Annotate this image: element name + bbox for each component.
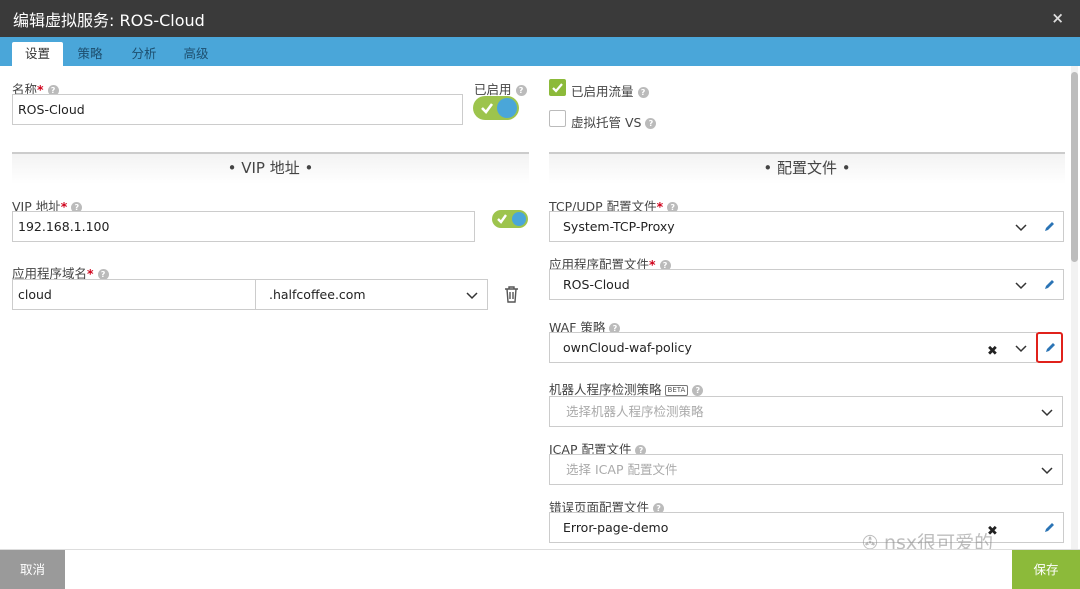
pencil-icon bbox=[1045, 222, 1054, 231]
dialog-title: 编辑虚拟服务: ROS-Cloud bbox=[13, 11, 205, 30]
pencil-icon bbox=[1045, 280, 1054, 289]
domain-input[interactable]: cloud bbox=[12, 279, 256, 310]
chevron-down-icon bbox=[1015, 345, 1027, 353]
help-icon[interactable]: ? bbox=[637, 87, 649, 98]
name-input[interactable]: ROS-Cloud bbox=[12, 94, 463, 125]
traffic-enabled-label: 已启用流量? bbox=[571, 81, 649, 100]
waf-policy-value: ownCloud-waf-policy bbox=[563, 340, 692, 355]
scrollbar[interactable] bbox=[1071, 66, 1078, 549]
clear-icon[interactable]: ✖ bbox=[987, 337, 998, 362]
check-icon bbox=[552, 83, 563, 93]
close-icon[interactable]: × bbox=[1051, 9, 1064, 27]
tcp-profile-select[interactable]: System-TCP-Proxy bbox=[549, 211, 1037, 242]
pencil-icon bbox=[1046, 343, 1055, 352]
save-button[interactable]: 保存 bbox=[1012, 550, 1080, 589]
enabled-toggle[interactable] bbox=[473, 96, 519, 120]
pencil-icon bbox=[1045, 523, 1054, 532]
icap-profile-select[interactable]: 选择 ICAP 配置文件 bbox=[549, 454, 1063, 485]
beta-badge: BETA bbox=[664, 385, 689, 396]
domain-suffix-value: .halfcoffee.com bbox=[269, 287, 366, 302]
vip-section-header: • VIP 地址 • bbox=[12, 152, 529, 184]
check-icon bbox=[497, 214, 507, 224]
vip-input[interactable]: 192.168.1.100 bbox=[12, 211, 475, 242]
chevron-down-icon bbox=[1015, 282, 1027, 290]
icap-profile-placeholder: 选择 ICAP 配置文件 bbox=[566, 462, 678, 477]
tab-analytics[interactable]: 分析 bbox=[120, 42, 168, 66]
trash-icon[interactable] bbox=[504, 286, 519, 303]
chevron-down-icon bbox=[1015, 224, 1027, 232]
help-icon[interactable]: ? bbox=[645, 118, 657, 129]
tab-bar: 设置 策略 分析 高级 bbox=[0, 37, 1080, 66]
vip-toggle[interactable] bbox=[492, 210, 528, 228]
help-icon[interactable]: ? bbox=[515, 85, 527, 96]
check-icon bbox=[481, 103, 494, 114]
edit-app-profile-button[interactable] bbox=[1036, 269, 1064, 300]
tab-policies[interactable]: 策略 bbox=[66, 42, 114, 66]
edit-tcp-profile-button[interactable] bbox=[1036, 211, 1064, 242]
tab-advanced[interactable]: 高级 bbox=[172, 42, 220, 66]
settings-form: 名称*? ROS-Cloud 已启用? • VIP 地址 • VIP 地址*? … bbox=[0, 66, 1080, 549]
dialog-header: 编辑虚拟服务: ROS-Cloud × bbox=[0, 0, 1080, 37]
app-profile-value: ROS-Cloud bbox=[563, 277, 630, 292]
tcp-profile-value: System-TCP-Proxy bbox=[563, 219, 675, 234]
chevron-down-icon bbox=[1041, 409, 1053, 417]
tab-settings[interactable]: 设置 bbox=[12, 42, 63, 66]
bot-policy-placeholder: 选择机器人程序检测策略 bbox=[566, 404, 704, 419]
bot-policy-select[interactable]: 选择机器人程序检测策略 bbox=[549, 396, 1063, 427]
edit-waf-policy-button[interactable] bbox=[1036, 332, 1063, 363]
help-icon[interactable]: ? bbox=[692, 385, 704, 396]
app-profile-select[interactable]: ROS-Cloud bbox=[549, 269, 1037, 300]
edit-error-page-profile-button[interactable] bbox=[1036, 512, 1064, 543]
virtual-hosted-vs-checkbox[interactable] bbox=[549, 110, 566, 127]
profiles-section-header: • 配置文件 • bbox=[549, 152, 1065, 184]
scrollbar-thumb[interactable] bbox=[1071, 72, 1078, 262]
cancel-button[interactable]: 取消 bbox=[0, 550, 65, 589]
chevron-down-icon bbox=[466, 292, 478, 300]
virtual-hosted-vs-label: 虚拟托管 VS? bbox=[571, 112, 657, 131]
traffic-enabled-checkbox[interactable] bbox=[549, 79, 566, 96]
error-page-profile-value: Error-page-demo bbox=[563, 520, 669, 535]
domain-suffix-select[interactable]: .halfcoffee.com bbox=[255, 279, 488, 310]
waf-policy-select[interactable]: ownCloud-waf-policy ✖ bbox=[549, 332, 1037, 363]
dialog-footer: 取消 保存 bbox=[0, 549, 1080, 589]
chevron-down-icon bbox=[1041, 467, 1053, 475]
